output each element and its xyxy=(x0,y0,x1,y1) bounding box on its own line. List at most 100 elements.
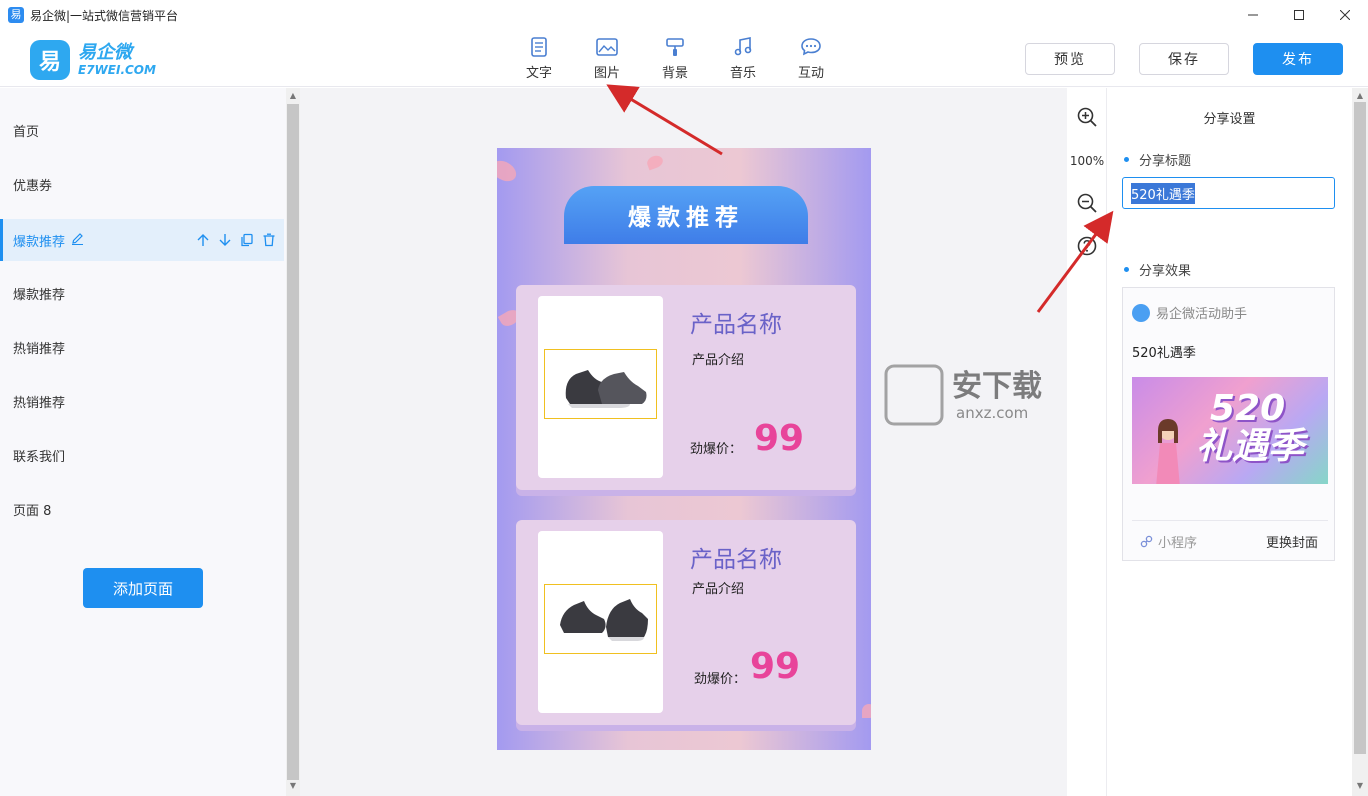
maximize-button[interactable] xyxy=(1276,0,1322,30)
page-item-contact[interactable]: 联系我们 xyxy=(0,434,284,476)
watermark-sub: anxz.com xyxy=(956,404,1028,422)
scroll-up-arrow-icon[interactable]: ▲ xyxy=(1353,90,1367,102)
help-button[interactable] xyxy=(1076,235,1098,257)
scroll-down-arrow-icon[interactable]: ▼ xyxy=(286,780,300,792)
save-button[interactable]: 保存 xyxy=(1139,43,1229,75)
product-intro[interactable]: 产品介绍 xyxy=(692,349,744,368)
sidebar-scroll-thumb[interactable] xyxy=(287,104,299,780)
product-price[interactable]: 99 xyxy=(754,418,804,459)
page-item-actions xyxy=(196,233,276,247)
preview-button[interactable]: 预览 xyxy=(1025,43,1115,75)
zoom-in-icon xyxy=(1077,107,1097,127)
tool-text[interactable]: 文字 xyxy=(505,36,573,81)
zoom-out-icon xyxy=(1077,193,1097,213)
share-title-label-text: 分享标题 xyxy=(1139,154,1192,169)
tool-image[interactable]: 图片 xyxy=(573,36,641,81)
zoom-controls: 100% xyxy=(1067,88,1107,796)
price-label[interactable]: 劲爆价： xyxy=(694,668,746,687)
minimize-button[interactable] xyxy=(1230,0,1276,30)
price-label[interactable]: 劲爆价： xyxy=(690,438,742,457)
zoom-in-button[interactable] xyxy=(1076,106,1098,128)
add-page-button[interactable]: 添加页面 xyxy=(83,568,203,608)
page-item-label: 热销推荐 xyxy=(13,395,66,411)
mini-program-icon xyxy=(1140,535,1153,548)
petal-decoration xyxy=(645,153,665,171)
page-item-page8[interactable]: 页面 8 xyxy=(0,488,284,530)
tool-background[interactable]: 背景 xyxy=(641,36,709,81)
petal-decoration xyxy=(497,156,520,186)
product-card-2[interactable]: 产品名称 产品介绍 劲爆价： 99 xyxy=(516,520,856,725)
page-item-best-seller[interactable]: 热销推荐 xyxy=(0,326,284,368)
share-settings-panel: 分享设置 分享标题 520礼遇季 分享效果 易企微活动助手 520礼遇季 520… xyxy=(1107,88,1352,796)
minimize-icon xyxy=(1248,14,1258,16)
page-item-coupon[interactable]: 优惠券 xyxy=(0,163,284,205)
tool-music-label: 音乐 xyxy=(729,66,756,81)
share-title-input-value: 520礼遇季 xyxy=(1131,182,1195,204)
tool-image-label: 图片 xyxy=(593,66,620,81)
tool-music[interactable]: 音乐 xyxy=(709,36,777,81)
cover-girl-illustration xyxy=(1156,419,1180,484)
publish-button[interactable]: 发布 xyxy=(1253,43,1343,75)
cover-sub-text: 礼遇季 xyxy=(1196,426,1305,467)
music-note-icon xyxy=(732,36,754,58)
scroll-up-arrow-icon[interactable]: ▲ xyxy=(286,90,300,102)
bullet-dot xyxy=(1124,157,1129,162)
product-image-2[interactable] xyxy=(538,531,663,713)
page-item-label: 优惠券 xyxy=(13,178,53,194)
edit-pencil-icon[interactable] xyxy=(71,232,84,248)
move-down-icon[interactable] xyxy=(218,233,232,247)
brand-name: 易企微活动助手 xyxy=(1156,307,1248,322)
section-banner[interactable]: 爆款推荐 xyxy=(564,186,808,244)
share-settings-heading: 分享设置 xyxy=(1203,112,1256,127)
maximize-icon xyxy=(1294,10,1304,20)
page-item-label: 联系我们 xyxy=(13,449,66,465)
bullet-dot xyxy=(1124,267,1129,272)
page-item-hot-active[interactable]: 爆款推荐 xyxy=(0,219,284,261)
sidebar-scrollbar[interactable]: ▲ ▼ xyxy=(286,88,300,796)
page-item-label: 爆款推荐 xyxy=(13,234,66,250)
product-intro[interactable]: 产品介绍 xyxy=(692,578,744,597)
page-item-label: 爆款推荐 xyxy=(13,287,66,303)
window-title: 易企微|一站式微信营销平台 xyxy=(30,8,179,23)
share-preview-card: 易企微活动助手 520礼遇季 520 礼遇季 小程序 更换封面 xyxy=(1122,287,1335,561)
trash-icon[interactable] xyxy=(262,233,276,247)
editor-canvas: 爆款推荐 产品名称 产品介绍 劲爆价： 99 产品名称 产品介绍 劲爆价： 99… xyxy=(300,88,1067,796)
tool-text-label: 文字 xyxy=(525,66,552,81)
mini-program-brand: 易企微活动助手 xyxy=(1132,303,1247,322)
watermark-text: 安下载 xyxy=(952,369,1042,404)
share-cover-image: 520 礼遇季 xyxy=(1132,377,1328,484)
zoom-out-button[interactable] xyxy=(1076,192,1098,214)
right-panel-scrollbar[interactable]: ▲ ▼ xyxy=(1352,88,1368,796)
page-item-label: 热销推荐 xyxy=(13,341,66,357)
share-title-input[interactable]: 520礼遇季 xyxy=(1122,177,1335,209)
watermark-logo: 安下载 anxz.com xyxy=(884,364,1042,426)
product-name[interactable]: 产品名称 xyxy=(690,305,782,339)
text-doc-icon xyxy=(528,36,550,58)
product-image-1[interactable] xyxy=(538,296,663,478)
phone-page-preview[interactable]: 爆款推荐 产品名称 产品介绍 劲爆价： 99 产品名称 产品介绍 劲爆价： 99 xyxy=(497,148,871,750)
page-item-hot-2[interactable]: 爆款推荐 xyxy=(0,272,284,314)
zoom-level: 100% xyxy=(1069,154,1105,168)
logo: 易 易企微 E7WEI.COM xyxy=(30,40,156,80)
share-effect-label: 分享效果 xyxy=(1124,260,1191,279)
page-item-home[interactable]: 首页 xyxy=(0,109,284,151)
tool-interactive[interactable]: 互动 xyxy=(777,36,845,81)
help-icon xyxy=(1077,236,1097,256)
close-button[interactable] xyxy=(1322,0,1368,30)
brand-avatar-icon xyxy=(1132,303,1150,322)
page-item-label: 页面 8 xyxy=(13,503,52,519)
right-scroll-thumb[interactable] xyxy=(1354,102,1366,754)
image-icon xyxy=(596,36,618,58)
title-bar: 易 易企微|一站式微信营销平台 xyxy=(0,0,1368,30)
product-price[interactable]: 99 xyxy=(750,646,800,687)
change-cover-button[interactable]: 更换封面 xyxy=(1266,532,1318,551)
preview-divider xyxy=(1132,520,1328,521)
scroll-down-arrow-icon[interactable]: ▼ xyxy=(1353,780,1367,792)
move-up-icon[interactable] xyxy=(196,233,210,247)
page-item-best-seller-2[interactable]: 热销推荐 xyxy=(0,380,284,422)
copy-icon[interactable] xyxy=(240,233,254,247)
product-card-1[interactable]: 产品名称 产品介绍 劲爆价： 99 xyxy=(516,285,856,490)
logo-cn: 易企微 xyxy=(78,42,132,63)
product-name[interactable]: 产品名称 xyxy=(690,540,782,574)
logo-mark: 易 xyxy=(30,40,70,80)
